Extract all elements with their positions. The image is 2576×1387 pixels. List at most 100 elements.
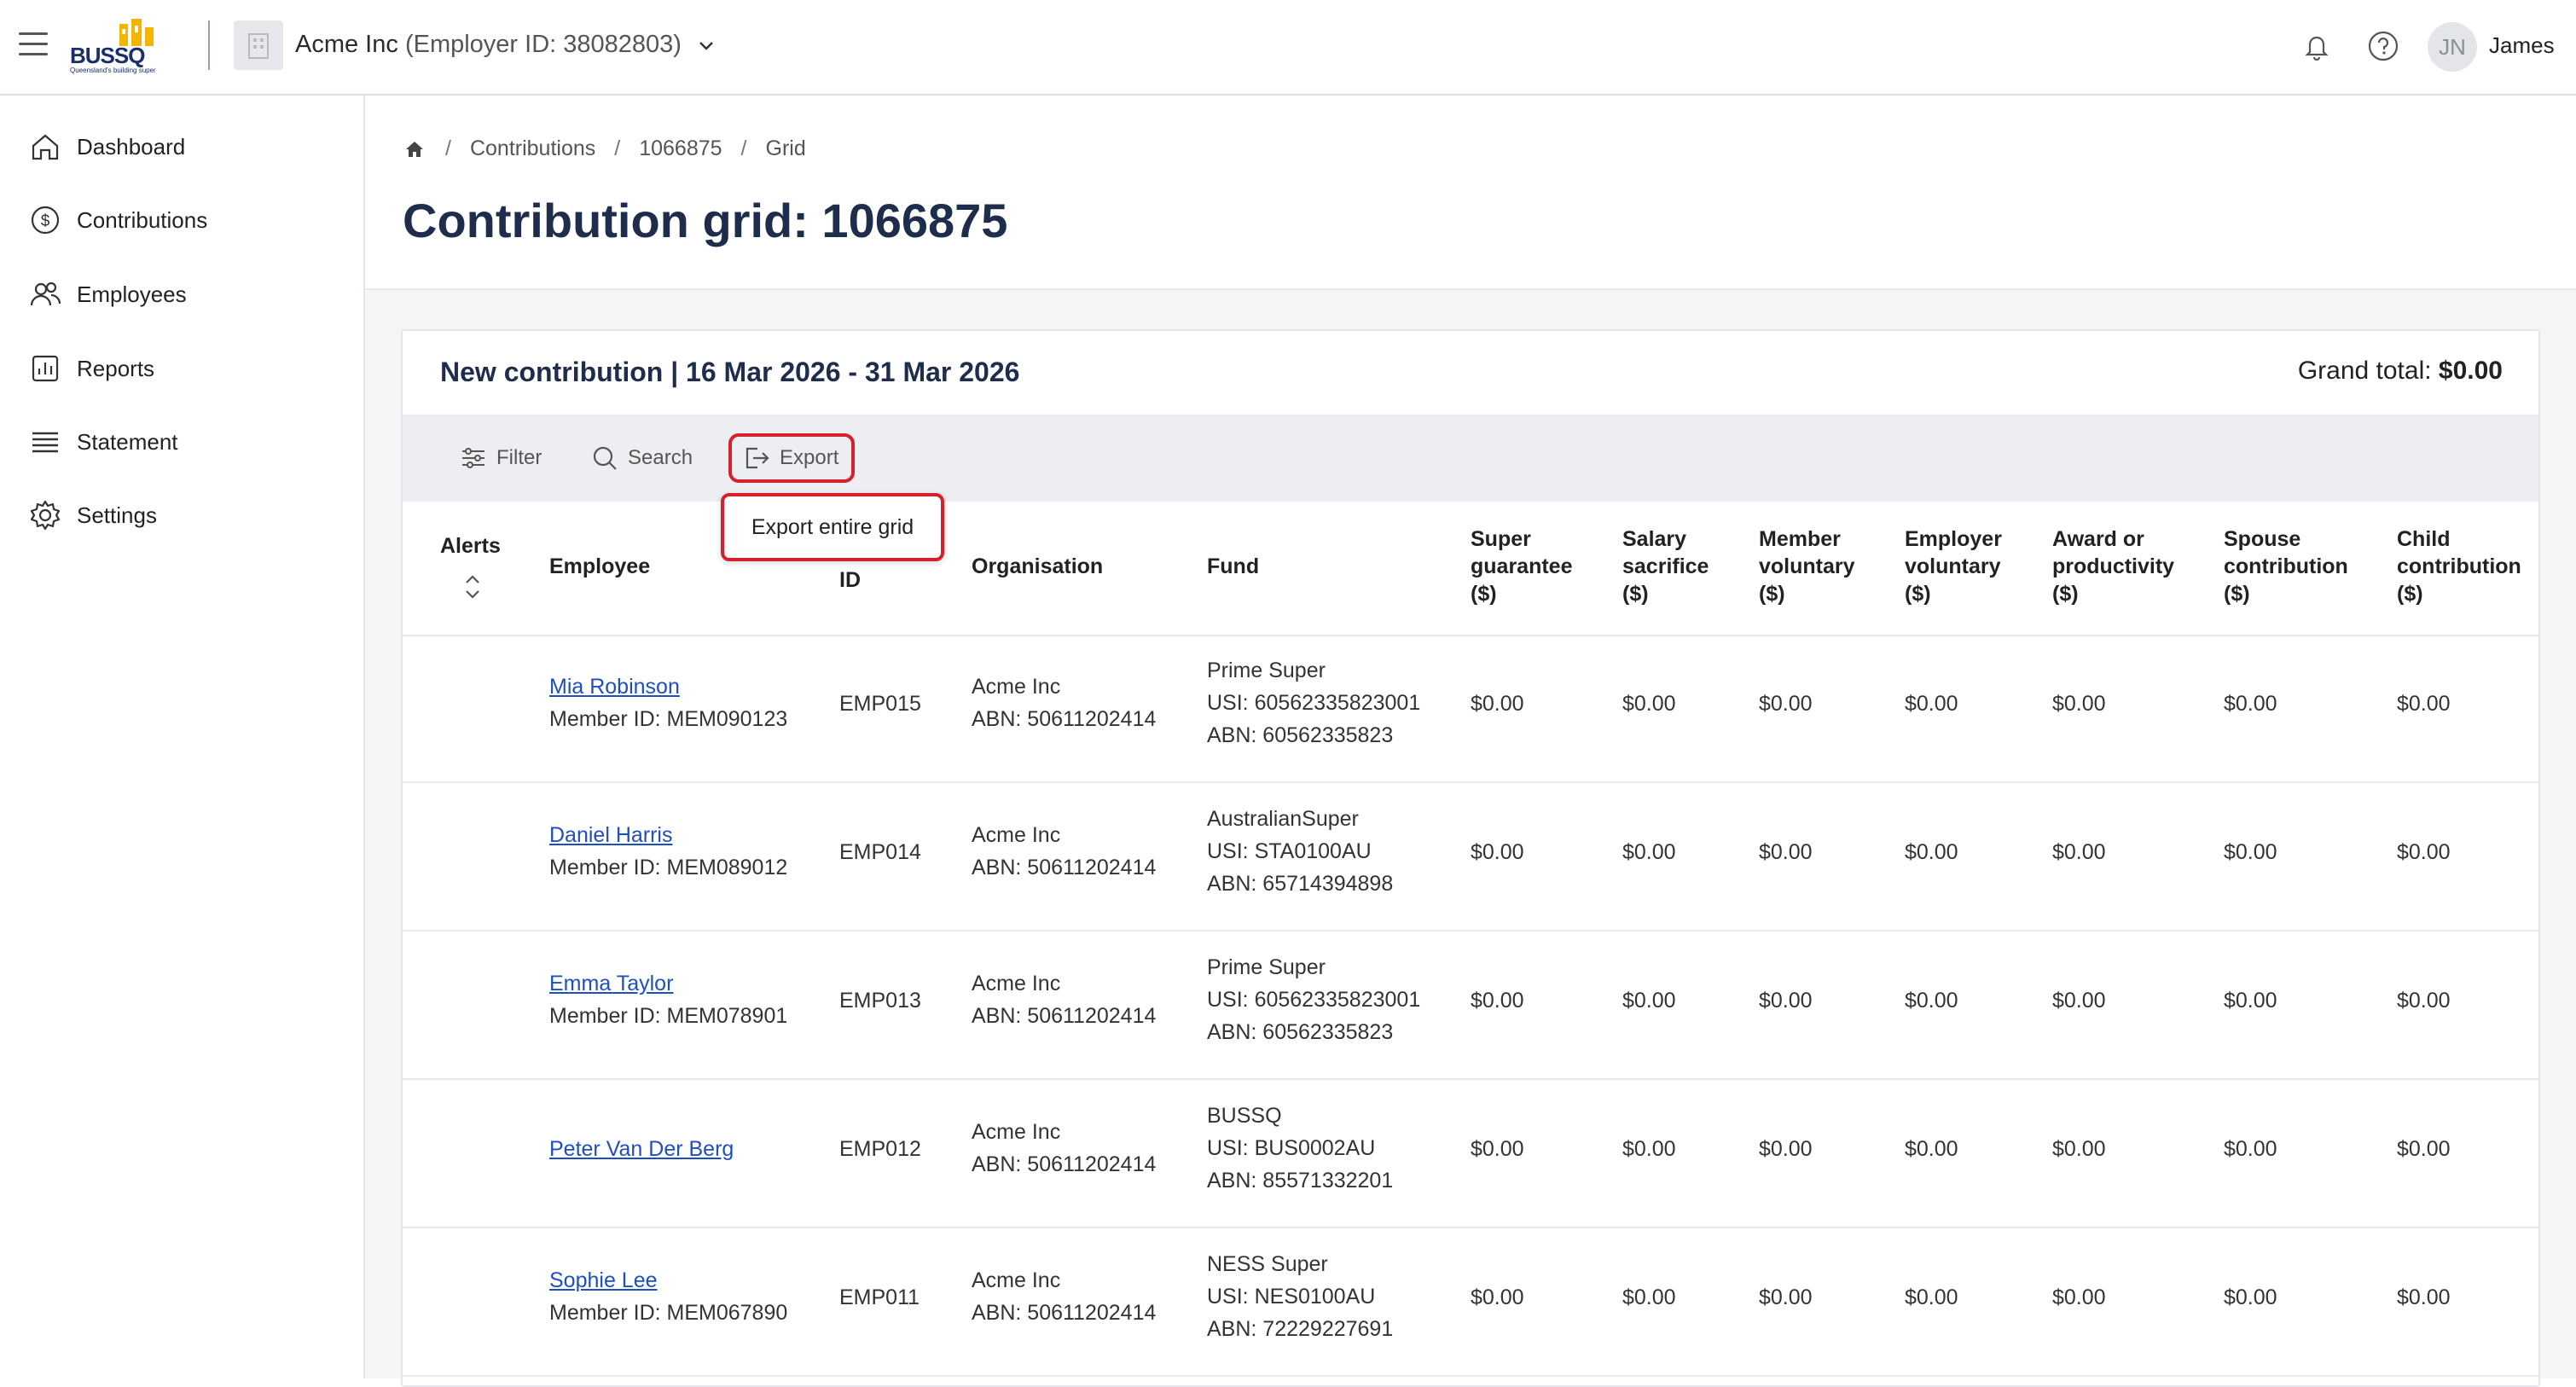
header-line: guarantee bbox=[1471, 554, 1573, 578]
sidebar-item-reports[interactable]: Reports bbox=[27, 345, 154, 392]
employee-name-link[interactable]: Sophie Lee bbox=[549, 1268, 658, 1292]
card-header: New contribution | 16 Mar 2026 - 31 Mar … bbox=[403, 331, 2538, 416]
org-name: Acme Inc bbox=[972, 823, 1061, 847]
spouse-contribution-value[interactable]: $0.00 bbox=[2224, 1281, 2277, 1314]
fund-abn: ABN: 85571332201 bbox=[1207, 1169, 1394, 1193]
fund-usi: USI: STA0100AU bbox=[1207, 839, 1372, 863]
filter-button[interactable]: Filter bbox=[459, 444, 542, 473]
child-contribution-value[interactable]: $0.00 bbox=[2397, 1281, 2451, 1314]
employee-name-link[interactable]: Daniel Harris bbox=[549, 823, 672, 847]
col-header-super-guarantee[interactable]: Super guarantee ($) bbox=[1471, 525, 1572, 607]
org-abn: ABN: 50611202414 bbox=[972, 856, 1157, 879]
avatar[interactable]: JN bbox=[2428, 22, 2477, 72]
hamburger-menu-icon[interactable] bbox=[19, 32, 48, 56]
child-contribution-value[interactable]: $0.00 bbox=[2397, 1133, 2451, 1165]
award-productivity-value[interactable]: $0.00 bbox=[2052, 1133, 2106, 1165]
super-guarantee-value[interactable]: $0.00 bbox=[1471, 1133, 1524, 1165]
child-contribution-value[interactable]: $0.00 bbox=[2397, 984, 2451, 1017]
member-voluntary-value[interactable]: $0.00 bbox=[1759, 688, 1813, 720]
super-guarantee-value[interactable]: $0.00 bbox=[1471, 688, 1524, 720]
employer-voluntary-value[interactable]: $0.00 bbox=[1905, 688, 1958, 720]
super-guarantee-value[interactable]: $0.00 bbox=[1471, 984, 1524, 1017]
salary-sacrifice-value[interactable]: $0.00 bbox=[1622, 836, 1676, 868]
chevron-down-icon[interactable] bbox=[694, 34, 718, 58]
employee-name-link[interactable]: Mia Robinson bbox=[549, 675, 680, 699]
breadcrumb-contribution-id[interactable]: 1066875 bbox=[639, 136, 722, 161]
bussq-logo[interactable]: BUSSQ Queensland's building super bbox=[68, 19, 188, 75]
col-header-child-contribution[interactable]: Child contribution ($) bbox=[2397, 525, 2521, 607]
salary-sacrifice-value[interactable]: $0.00 bbox=[1622, 1133, 1676, 1165]
child-contribution-value[interactable]: $0.00 bbox=[2397, 688, 2451, 720]
col-header-member-voluntary[interactable]: Member voluntary ($) bbox=[1759, 525, 1855, 607]
sidebar-item-settings[interactable]: Settings bbox=[27, 491, 157, 539]
super-guarantee-value[interactable]: $0.00 bbox=[1471, 1281, 1524, 1314]
employer-selector[interactable]: Acme Inc (Employer ID: 38082803) bbox=[295, 31, 682, 59]
salary-sacrifice-value[interactable]: $0.00 bbox=[1622, 984, 1676, 1017]
salary-sacrifice-value[interactable]: $0.00 bbox=[1622, 688, 1676, 720]
employee-cell: Daniel Harris Member ID: MEM089012 bbox=[549, 819, 787, 884]
employee-name-link[interactable]: Emma Taylor bbox=[549, 972, 673, 995]
spouse-contribution-value[interactable]: $0.00 bbox=[2224, 688, 2277, 720]
member-voluntary-value[interactable]: $0.00 bbox=[1759, 984, 1813, 1017]
header-line: Child bbox=[2397, 527, 2451, 551]
spouse-contribution-value[interactable]: $0.00 bbox=[2224, 836, 2277, 868]
employer-voluntary-value[interactable]: $0.00 bbox=[1905, 836, 1958, 868]
col-header-organisation[interactable]: Organisation bbox=[972, 553, 1103, 580]
org-name: Acme Inc bbox=[295, 31, 398, 58]
employee-cell: Mia Robinson Member ID: MEM090123 bbox=[549, 670, 787, 735]
dollar-circle-icon: $ bbox=[31, 206, 60, 235]
employee-cell: Emma Taylor Member ID: MEM078901 bbox=[549, 967, 787, 1032]
col-header-alerts[interactable]: Alerts bbox=[440, 532, 501, 560]
member-voluntary-value[interactable]: $0.00 bbox=[1759, 1281, 1813, 1314]
col-header-payroll-id[interactable]: ID bbox=[839, 566, 861, 594]
col-header-employer-voluntary[interactable]: Employer voluntary ($) bbox=[1905, 525, 2002, 607]
sidebar-item-label: Contributions bbox=[77, 206, 208, 233]
super-guarantee-value[interactable]: $0.00 bbox=[1471, 836, 1524, 868]
help-icon[interactable] bbox=[2366, 29, 2400, 63]
col-header-salary-sacrifice[interactable]: Salary sacrifice ($) bbox=[1622, 525, 1709, 607]
export-entire-grid-menu-item[interactable]: Export entire grid bbox=[721, 493, 944, 561]
org-abn: ABN: 50611202414 bbox=[972, 1301, 1157, 1325]
search-icon bbox=[593, 446, 617, 470]
sidebar-item-contributions[interactable]: $ Contributions bbox=[27, 196, 207, 244]
award-productivity-value[interactable]: $0.00 bbox=[2052, 984, 2106, 1017]
card-title: New contribution | 16 Mar 2026 - 31 Mar … bbox=[440, 357, 1020, 387]
employer-voluntary-value[interactable]: $0.00 bbox=[1905, 1281, 1958, 1314]
sidebar: Dashboard $ Contributions Employees Repo… bbox=[0, 96, 365, 1378]
breadcrumb: / Contributions / 1066875 / Grid bbox=[403, 136, 806, 161]
grid-toolbar: Filter Search Export bbox=[403, 416, 2538, 502]
logo-tagline: Queensland's building super bbox=[70, 67, 156, 74]
child-contribution-value[interactable]: $0.00 bbox=[2397, 836, 2451, 868]
member-voluntary-value[interactable]: $0.00 bbox=[1759, 836, 1813, 868]
col-header-employee[interactable]: Employee bbox=[549, 553, 650, 580]
sidebar-item-statement[interactable]: Statement bbox=[27, 418, 178, 466]
header-line: Salary bbox=[1622, 527, 1687, 551]
bell-icon[interactable] bbox=[2300, 29, 2334, 63]
breadcrumb-contributions[interactable]: Contributions bbox=[470, 136, 595, 161]
top-header: BUSSQ Queensland's building super Acme I… bbox=[0, 0, 2576, 96]
employer-voluntary-value[interactable]: $0.00 bbox=[1905, 1133, 1958, 1165]
col-header-spouse-contribution[interactable]: Spouse contribution ($) bbox=[2224, 525, 2348, 607]
sort-icon[interactable] bbox=[462, 572, 483, 602]
building-icon bbox=[234, 20, 283, 70]
home-icon bbox=[32, 134, 59, 160]
member-voluntary-value[interactable]: $0.00 bbox=[1759, 1133, 1813, 1165]
sidebar-item-employees[interactable]: Employees bbox=[27, 270, 187, 318]
home-icon[interactable] bbox=[403, 137, 426, 161]
col-header-fund[interactable]: Fund bbox=[1207, 553, 1259, 580]
breadcrumb-separator: / bbox=[740, 136, 747, 160]
grand-total: Grand total: $0.00 bbox=[2298, 357, 2503, 386]
salary-sacrifice-value[interactable]: $0.00 bbox=[1622, 1281, 1676, 1314]
col-header-award-productivity[interactable]: Award or productivity ($) bbox=[2052, 525, 2174, 607]
award-productivity-value[interactable]: $0.00 bbox=[2052, 1281, 2106, 1314]
employee-name-link[interactable]: Peter Van Der Berg bbox=[549, 1137, 734, 1161]
search-button[interactable]: Search bbox=[590, 444, 693, 473]
sidebar-item-dashboard[interactable]: Dashboard bbox=[27, 123, 185, 171]
spouse-contribution-value[interactable]: $0.00 bbox=[2224, 1133, 2277, 1165]
spouse-contribution-value[interactable]: $0.00 bbox=[2224, 984, 2277, 1017]
award-productivity-value[interactable]: $0.00 bbox=[2052, 836, 2106, 868]
award-productivity-value[interactable]: $0.00 bbox=[2052, 688, 2106, 720]
employer-voluntary-value[interactable]: $0.00 bbox=[1905, 984, 1958, 1017]
user-name[interactable]: James bbox=[2489, 32, 2555, 59]
contribution-card: New contribution | 16 Mar 2026 - 31 Mar … bbox=[401, 329, 2540, 1387]
